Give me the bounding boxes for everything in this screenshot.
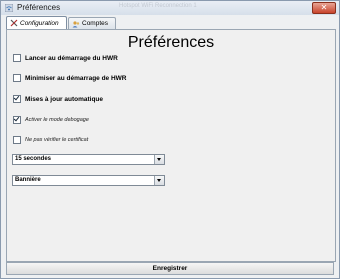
- page-title: Préférences: [127, 34, 215, 51]
- minimize-at-startup-label: Minimiser au démarrage de HWR: [25, 74, 127, 82]
- notification-select-value: Bannière: [15, 177, 41, 183]
- auto-update-checkbox[interactable]: [13, 95, 21, 103]
- configuration-panel: Préférences Lancer au démarrage du HWR M…: [6, 29, 336, 262]
- auto-update-label: Mises à jour automatique: [25, 95, 104, 103]
- interval-select-value: 15 secondes: [15, 156, 52, 162]
- window-title: Préférences: [17, 3, 61, 12]
- save-button[interactable]: Enregistrer: [6, 262, 334, 275]
- accounts-icon: [72, 20, 80, 27]
- skip-certificate-label: Ne pas vérifier le certificat: [25, 137, 89, 143]
- close-button[interactable]: ✕: [312, 2, 336, 14]
- tab-comptes-label: Comptes: [82, 20, 109, 27]
- app-icon: [5, 4, 13, 12]
- launch-at-startup-checkbox[interactable]: [13, 54, 21, 62]
- skip-certificate-checkbox[interactable]: [13, 136, 21, 144]
- tools-icon: [10, 19, 18, 27]
- title-bar[interactable]: Préférences Hotspot WiFi Reconnection 1 …: [1, 1, 339, 15]
- minimize-at-startup-checkbox[interactable]: [13, 74, 21, 82]
- close-icon: ✕: [320, 3, 328, 12]
- interval-select[interactable]: 15 secondes: [12, 154, 165, 165]
- option-skip-certificate[interactable]: Ne pas vérifier le certificat: [13, 136, 88, 144]
- debug-mode-label: Activer le mode debogage: [25, 117, 89, 123]
- option-auto-update[interactable]: Mises à jour automatique: [13, 95, 103, 103]
- option-debug-mode[interactable]: Activer le mode debogage: [13, 116, 89, 124]
- debug-mode-checkbox[interactable]: [13, 116, 21, 124]
- dropdown-arrow-icon[interactable]: [154, 155, 164, 164]
- preferences-window: Préférences Hotspot WiFi Reconnection 1 …: [0, 0, 340, 279]
- background-window-title: Hotspot WiFi Reconnection 1: [119, 3, 197, 9]
- notification-select[interactable]: Bannière: [12, 175, 165, 186]
- option-launch-at-startup[interactable]: Lancer au démarrage du HWR: [13, 54, 118, 62]
- launch-at-startup-label: Lancer au démarrage du HWR: [25, 54, 118, 62]
- option-minimize-at-startup[interactable]: Minimiser au démarrage de HWR: [13, 74, 127, 82]
- dropdown-arrow-icon[interactable]: [154, 176, 164, 185]
- tab-configuration-label: Configuration: [20, 19, 59, 27]
- tab-comptes[interactable]: Comptes: [68, 17, 116, 29]
- tab-configuration[interactable]: Configuration: [6, 16, 67, 29]
